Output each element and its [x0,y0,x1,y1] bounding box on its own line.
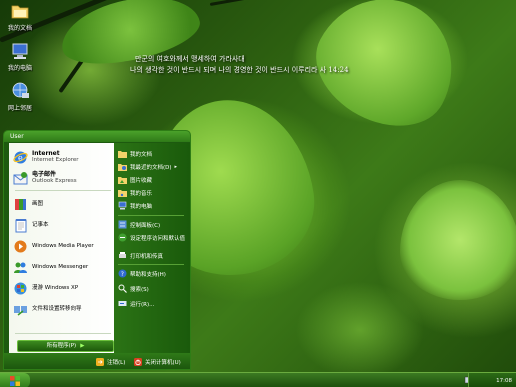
wallpaper-leaf [400,180,516,300]
printers-icon [119,252,126,258]
program-messenger[interactable]: Windows Messenger [13,259,113,275]
logoff-button[interactable]: 注销(L) [96,357,125,367]
place-my-music[interactable]: 我的音乐 [118,187,190,198]
help-icon: ? [118,269,127,278]
program-label: Windows Messenger [32,264,89,270]
separator [15,190,111,191]
control-panel-icon [118,220,127,229]
clock[interactable]: 17:08 [496,378,512,384]
shutdown-label: 关闭计算机(U) [145,360,181,366]
place-control-panel[interactable]: 控制面板(C) [118,219,190,230]
desktop-icon-label: 我的文档 [7,25,32,32]
pinned-subtitle: Internet Explorer [32,157,79,163]
start-menu: User e Internet Internet Explorer 电子邮件 Out… [3,130,191,370]
outlook-express-icon [13,171,28,184]
windows-logo-icon [10,375,20,386]
place-printers[interactable]: 打印机和传真 [118,250,190,261]
media-player-icon [14,240,27,252]
messenger-icon [14,262,27,273]
start-menu-programs-pane: e Internet Internet Explorer 电子邮件 Outlook … [9,143,114,353]
pinned-internet[interactable]: e Internet Internet Explorer [13,149,113,165]
place-label: 图片收藏 [130,177,153,184]
desktop-icon-label: 我的电脑 [7,65,32,72]
desktop-icon-my-computer[interactable]: 我的电脑 [0,42,40,72]
separator [118,264,184,265]
my-pictures-icon [118,177,127,184]
shutdown-button[interactable]: 关闭计算机(U) [134,357,181,367]
user-name: User [10,133,24,140]
folder-icon [11,5,29,19]
verse-line: 나의 생각한 것이 반드시 되며 나의 경영한 것이 반드시 이루리라 사 14… [130,66,349,74]
desktop-icon-label: 网上邻居 [7,105,32,112]
place-label: 我的文档 [130,151,153,158]
program-paint[interactable]: 画图 [13,196,113,212]
program-label: Windows Media Player [32,243,94,249]
internet-explorer-icon: e [13,151,28,163]
all-programs-button[interactable]: 所有程序(P) ▶ [17,340,114,352]
start-button[interactable] [0,373,30,387]
my-computer-icon [118,201,127,210]
system-tray: 17:08 [468,373,516,387]
logoff-icon [96,358,104,366]
program-tour-xp[interactable]: 漫游 Windows XP [13,280,113,296]
transfer-wizard-icon [14,305,27,316]
run-icon [118,301,127,306]
program-label: 漫游 Windows XP [32,285,79,291]
program-label: 文件和设置转移向导 [32,306,82,312]
program-label: 记事本 [32,222,49,228]
place-label: 打印机和传真 [130,253,164,260]
place-my-documents[interactable]: 我的文档 [118,148,190,159]
start-menu-places-pane: 我的文档 我最近的文档(D) ▸ 图片收藏 我的音乐 我的电脑 控制面板(C) … [114,143,190,353]
program-label: 画图 [32,201,44,207]
place-label: 控制面板(C) [130,222,161,229]
place-help[interactable]: ? 帮助和支持(H) [118,268,190,279]
desktop-icon-network[interactable]: 网上邻居 [0,82,40,112]
place-label: 我的音乐 [130,190,153,197]
place-my-computer[interactable]: 我的电脑 [118,200,190,211]
paint-icon [15,198,26,210]
place-program-access[interactable]: 设定程序访问和默认值 [118,232,190,243]
place-label: 我最近的文档(D) [130,164,172,171]
program-transfer-wizard[interactable]: 文件和设置转移向导 [13,301,113,317]
place-label: 我的电脑 [130,203,153,210]
desktop-icon-my-documents[interactable]: 我的文档 [0,2,40,32]
place-recent-documents[interactable]: 我最近的文档(D) ▸ [118,161,190,172]
notepad-icon [15,218,27,232]
pinned-email[interactable]: 电子邮件 Outlook Express [13,170,113,186]
submenu-arrow-icon: ▸ [174,163,178,170]
search-icon [118,284,127,293]
tour-xp-icon [14,282,27,294]
arrow-right-icon: ▶ [80,343,85,349]
my-documents-icon [118,151,127,158]
recent-documents-icon [118,164,127,171]
pinned-subtitle: Outlook Express [32,178,77,184]
place-search[interactable]: 搜索(S) [118,283,190,294]
start-menu-header: User [4,131,190,142]
svg-text:?: ? [121,271,124,278]
taskbar: 17:08 [0,372,516,387]
program-access-icon [118,233,127,242]
place-label: 设定程序访问和默认值 [130,235,186,242]
place-label: 搜索(S) [130,286,149,293]
wallpaper-verse: 만군의 여호와께서 맹세하여 가라사대 나의 생각한 것이 반드시 되며 나의 … [130,54,390,76]
separator [118,215,184,216]
place-run[interactable]: 运行(R)... [118,298,190,309]
separator [15,333,111,334]
computer-icon [12,43,28,59]
power-icon [134,358,142,366]
svg-text:e: e [18,153,23,162]
verse-line: 만군의 여호와께서 맹세하여 가라사대 [135,55,245,63]
place-my-pictures[interactable]: 图片收藏 [118,174,190,185]
start-menu-footer: 注销(L) 关闭计算机(U) [4,353,190,369]
place-label: 帮助和支持(H) [130,271,166,278]
logoff-label: 注销(L) [107,360,126,366]
network-icon [12,82,29,98]
program-media-player[interactable]: Windows Media Player [13,238,113,254]
my-music-icon [118,190,127,197]
all-programs-label: 所有程序(P) [46,343,77,349]
desktop: 我的文档 我的电脑 网上邻居 만군의 여호와께서 맹세하여 가라사대 나의 생각… [0,0,516,387]
wallpaper-branch [209,0,270,6]
program-notepad[interactable]: 记事本 [13,217,113,233]
place-label: 运行(R)... [130,301,155,308]
